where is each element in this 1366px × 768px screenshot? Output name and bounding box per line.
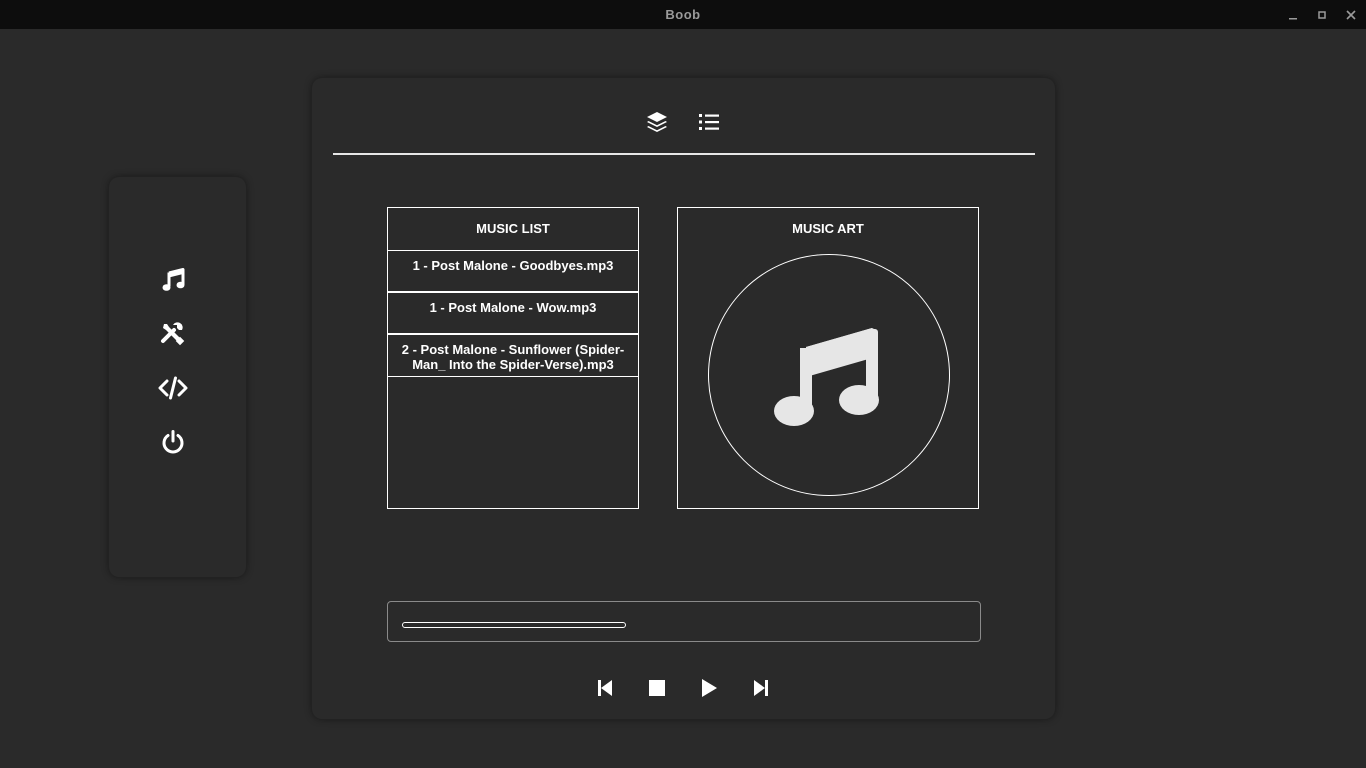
album-art [708, 254, 950, 496]
music-list-panel: MUSIC LIST 1 - Post Malone - Goodbyes.mp… [387, 207, 639, 509]
list-icon [699, 114, 719, 130]
track-name: 1 - Post Malone - Goodbyes.mp3 [412, 258, 614, 273]
code-icon [158, 376, 188, 400]
tools-icon [161, 322, 185, 346]
sidebar [109, 177, 246, 577]
power-icon [162, 430, 184, 454]
layers-icon [647, 112, 667, 132]
sidebar-item-tools[interactable] [157, 318, 189, 350]
minimize-icon [1289, 17, 1297, 19]
progress-bar[interactable] [402, 622, 626, 628]
track-name: 1 - Post Malone - Wow.mp3 [429, 300, 597, 315]
list-item[interactable]: 1 - Post Malone - Wow.mp3 [388, 293, 638, 335]
minimize-button[interactable] [1279, 0, 1307, 29]
maximize-icon [1318, 10, 1326, 19]
main-panel: MUSIC LIST 1 - Post Malone - Goodbyes.mp… [312, 78, 1055, 719]
music-note-icon [162, 268, 185, 291]
header-divider [333, 153, 1035, 155]
previous-icon [598, 680, 612, 696]
music-art-panel: MUSIC ART [677, 207, 979, 509]
previous-button[interactable] [591, 674, 619, 702]
sidebar-item-code[interactable] [157, 372, 189, 404]
music-note-icon [774, 328, 879, 426]
title-bar: Boob [0, 0, 1366, 29]
play-button[interactable] [695, 674, 723, 702]
list-item[interactable]: 2 - Post Malone - Sunflower (Spider-Man_… [388, 335, 638, 377]
list-item[interactable]: 1 - Post Malone - Goodbyes.mp3 [388, 251, 638, 293]
sidebar-item-music[interactable] [157, 264, 189, 296]
stop-icon [649, 680, 665, 696]
tab-layers[interactable] [641, 106, 673, 138]
stop-button[interactable] [643, 674, 671, 702]
next-icon [754, 680, 768, 696]
music-art-title: MUSIC ART [792, 221, 864, 236]
sidebar-item-power[interactable] [157, 426, 189, 458]
window-title: Boob [665, 7, 701, 22]
progress-container [387, 601, 981, 642]
next-button[interactable] [747, 674, 775, 702]
play-icon [702, 679, 717, 697]
maximize-button[interactable] [1308, 0, 1336, 29]
tab-list[interactable] [693, 106, 725, 138]
music-list-title: MUSIC LIST [388, 208, 638, 251]
track-name: 2 - Post Malone - Sunflower (Spider-Man_… [401, 342, 625, 372]
close-button[interactable] [1337, 0, 1365, 29]
close-icon [1346, 9, 1356, 20]
